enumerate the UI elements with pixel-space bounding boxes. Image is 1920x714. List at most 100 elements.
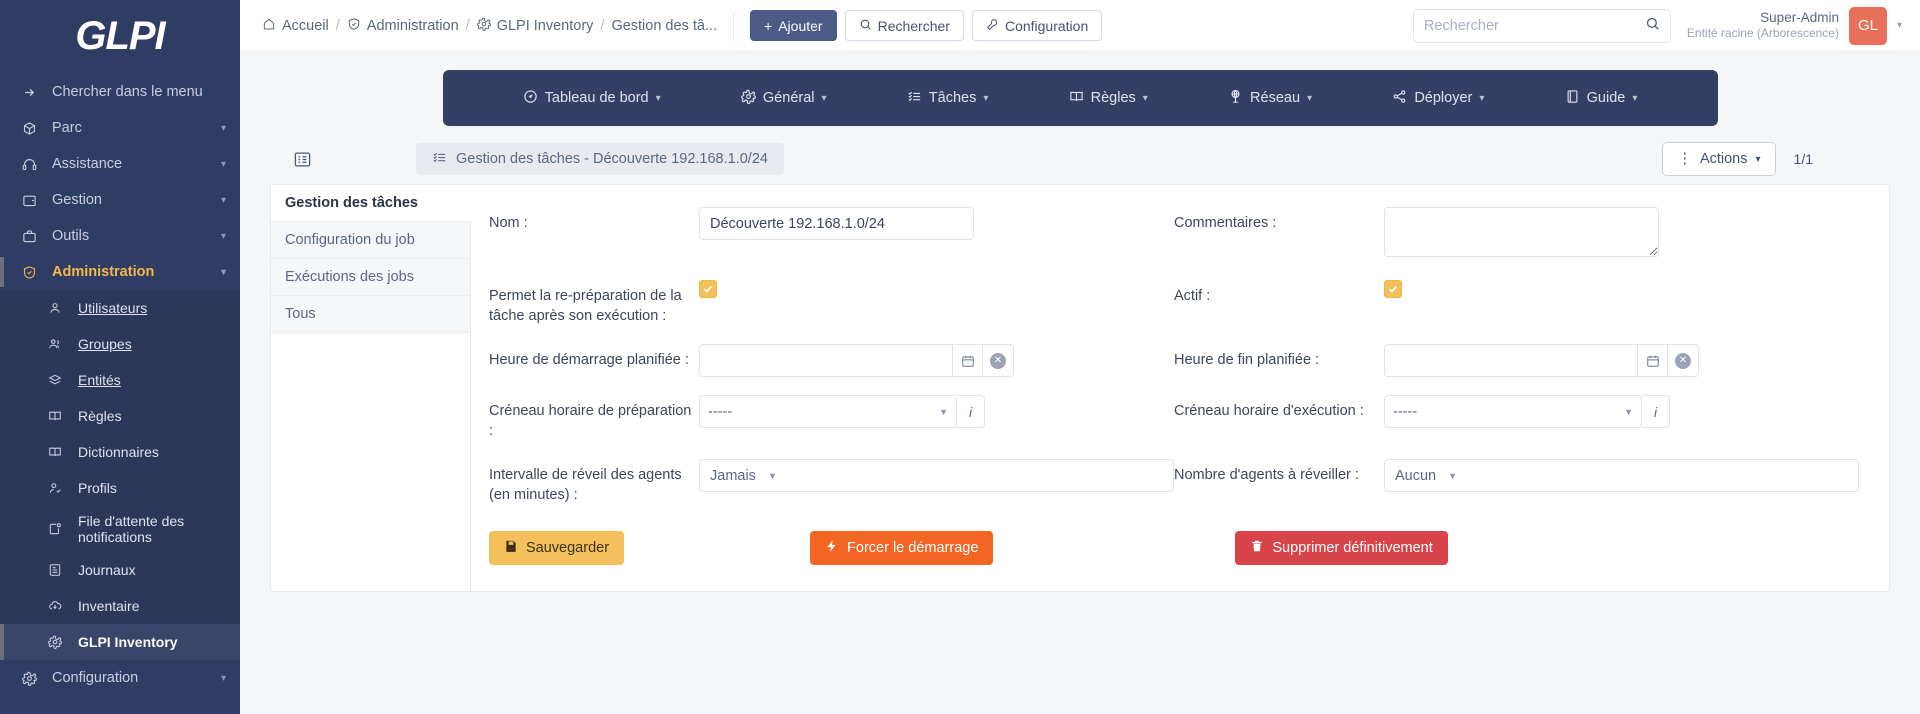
field-label: Actif : — [1174, 288, 1211, 304]
field-label: Heure de démarrage planifiée : — [489, 352, 689, 369]
repreparation-checkbox[interactable] — [699, 280, 717, 298]
search-icon[interactable] — [1645, 16, 1660, 36]
pagination-counter: 1/1 — [1793, 151, 1813, 167]
search-input[interactable] — [1423, 17, 1645, 34]
page-title[interactable]: Gestion des tâches - Découverte 192.168.… — [416, 143, 784, 175]
breadcrumb-item-current[interactable]: Gestion des tâ... — [611, 18, 717, 34]
field-control — [699, 207, 1174, 262]
sidebar-item-dictionnaires[interactable]: Dictionnaires — [0, 434, 240, 470]
tab-label: Exécutions des jobs — [285, 269, 414, 285]
info-button[interactable]: i — [1642, 395, 1670, 429]
nav-item-reseau[interactable]: Réseau ▾ — [1228, 89, 1312, 108]
select-value: ----- — [708, 403, 733, 420]
nav-item-label: Général — [762, 90, 815, 106]
sidebar-item-glpi-inventory[interactable]: GLPI Inventory — [0, 624, 240, 660]
sidebar-item-search-menu[interactable]: Chercher dans le menu — [0, 74, 240, 110]
info-button[interactable]: i — [957, 395, 985, 429]
creneau-execution-select[interactable]: ----- ▼ — [1384, 395, 1642, 429]
select-group: ----- ▼ i — [1384, 395, 1859, 429]
calendar-icon[interactable] — [1637, 344, 1668, 378]
network-icon — [1228, 89, 1243, 108]
select-value: ----- — [1393, 403, 1418, 420]
add-button[interactable]: + Ajouter — [750, 10, 837, 41]
delete-permanently-button[interactable]: Supprimer définitivement — [1235, 531, 1448, 566]
sidebar-item-outils[interactable]: Outils ▾ — [0, 218, 240, 254]
configuration-button-label: Configuration — [1004, 17, 1089, 34]
field-repreparation: Permet la re-préparation de la tâche apr… — [489, 280, 1174, 344]
avatar[interactable]: GL — [1848, 6, 1887, 45]
nav-item-tableau-de-bord[interactable]: Tableau de bord ▾ — [523, 89, 661, 108]
global-search[interactable] — [1412, 8, 1671, 43]
force-start-button[interactable]: Forcer le démarrage — [810, 531, 994, 566]
heure-demarrage-input[interactable] — [699, 344, 952, 378]
sidebar-item-inventaire[interactable]: Inventaire — [0, 588, 240, 624]
nav-item-guide[interactable]: Guide ▾ — [1565, 89, 1637, 108]
clear-button[interactable]: ✕ — [983, 344, 1014, 378]
chevron-down-icon: ▾ — [821, 92, 827, 104]
actif-checkbox[interactable] — [1384, 280, 1402, 298]
nav-item-regles[interactable]: Règles ▾ — [1069, 89, 1148, 108]
sidebar-item-label: Groupes — [78, 335, 132, 352]
nombre-agents-select[interactable]: Aucun ▼ — [1384, 459, 1859, 493]
nav-item-general[interactable]: Général ▾ — [741, 89, 827, 108]
commentaires-textarea[interactable] — [1384, 207, 1659, 257]
list-view-icon[interactable] — [286, 144, 318, 174]
field-heure-demarrage: Heure de démarrage planifiée : ✕ — [489, 344, 1174, 395]
heure-fin-input[interactable] — [1384, 344, 1637, 378]
sidebar-item-assistance[interactable]: Assistance ▾ — [0, 146, 240, 182]
clear-button[interactable]: ✕ — [1668, 344, 1699, 378]
top-bar-right: Super-Admin Entité racine (Arborescence)… — [1412, 6, 1902, 45]
search-button[interactable]: Rechercher — [844, 10, 964, 41]
configuration-button[interactable]: Configuration — [971, 10, 1103, 41]
sidebar-item-configuration[interactable]: Configuration ▾ — [0, 660, 240, 696]
nom-input[interactable] — [699, 207, 974, 240]
chevron-down-icon: ▾ — [1479, 92, 1485, 104]
save-button[interactable]: Sauvegarder — [489, 531, 625, 566]
nav-item-taches[interactable]: Tâches ▾ — [907, 89, 988, 108]
breadcrumb-item-administration[interactable]: Administration — [347, 17, 459, 35]
breadcrumb: Accueil / Administration / GLPI Inventor… — [262, 17, 717, 35]
sidebar-item-journaux[interactable]: Journaux — [0, 552, 240, 588]
tab-gestion-des-taches[interactable]: Gestion des tâches — [271, 185, 471, 222]
close-icon: ✕ — [990, 352, 1006, 369]
sidebar-item-label: Dictionnaires — [78, 443, 159, 460]
logo[interactable]: GLPI — [0, 0, 240, 72]
sidebar-submenu-administration: Utilisateurs Groupes Entités Règles Dict… — [0, 290, 240, 660]
intervalle-reveil-select[interactable]: Jamais ▼ — [699, 459, 1174, 493]
divider — [733, 10, 735, 41]
sidebar-item-regles[interactable]: Règles — [0, 398, 240, 434]
field-actif: Actif : — [1174, 280, 1859, 344]
field-control: ----- ▼ i — [699, 395, 1174, 441]
chevron-down-icon[interactable]: ▾ — [1897, 20, 1902, 31]
tab-tous[interactable]: Tous — [271, 296, 470, 333]
sidebar-item-administration[interactable]: Administration ▾ — [0, 254, 240, 290]
creneau-preparation-select[interactable]: ----- ▼ — [699, 395, 957, 429]
sidebar-item-gestion[interactable]: Gestion ▾ — [0, 182, 240, 218]
nav-item-label: Tableau de bord — [544, 90, 649, 106]
close-icon: ✕ — [1675, 352, 1691, 369]
page-title-label: Gestion des tâches - Découverte 192.168.… — [456, 151, 768, 167]
user-menu[interactable]: Super-Admin Entité racine (Arborescence)… — [1687, 6, 1902, 45]
sidebar-item-entites[interactable]: Entités — [0, 362, 240, 398]
sidebar-item-parc[interactable]: Parc ▾ — [0, 110, 240, 146]
tab-executions-des-jobs[interactable]: Exécutions des jobs — [271, 259, 470, 296]
form-row: Nom : Commentaires : — [489, 207, 1859, 280]
sidebar-item-groupes[interactable]: Groupes — [0, 326, 240, 362]
share-icon — [1392, 89, 1407, 108]
chevron-down-icon: ▾ — [1307, 92, 1313, 104]
chevron-down-icon: ▼ — [939, 406, 948, 417]
sidebar: GLPI Chercher dans le menu Parc ▾ Assist… — [0, 0, 240, 714]
content-card-wrap: Gestion des tâches Configuration du job … — [240, 184, 1920, 593]
actions-button[interactable]: ⋮ Actions ▾ — [1662, 142, 1776, 176]
sidebar-item-profils[interactable]: Profils — [0, 470, 240, 506]
calendar-icon[interactable] — [952, 344, 983, 378]
breadcrumb-item-glpi-inventory[interactable]: GLPI Inventory — [476, 17, 593, 35]
breadcrumb-item-accueil[interactable]: Accueil — [262, 17, 329, 35]
tab-configuration-du-job[interactable]: Configuration du job — [271, 222, 470, 259]
delete-permanently-button-label: Supprimer définitivement — [1272, 540, 1433, 557]
nav-item-deployer[interactable]: Déployer ▾ — [1392, 89, 1484, 108]
sidebar-item-utilisateurs[interactable]: Utilisateurs — [0, 290, 240, 326]
chevron-down-icon: ▾ — [220, 230, 226, 242]
field-nom: Nom : — [489, 207, 1174, 280]
sidebar-item-file-attente-notifications[interactable]: File d'attente des notifications — [0, 506, 240, 552]
